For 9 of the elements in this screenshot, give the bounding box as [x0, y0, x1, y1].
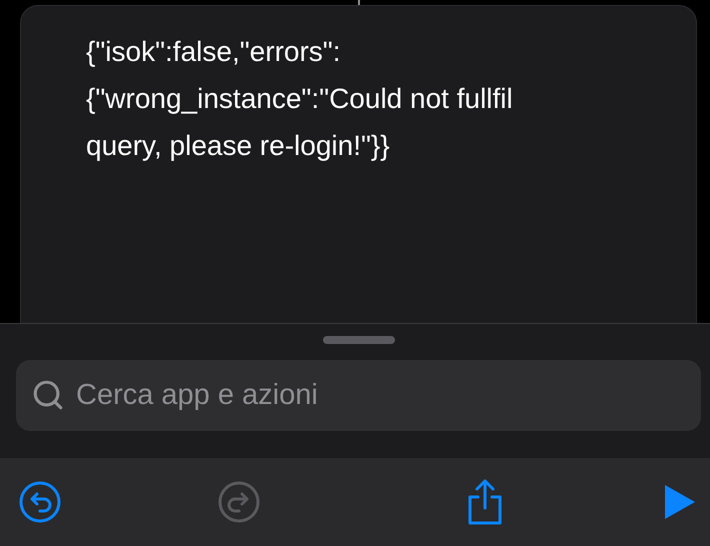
response-text-line: {"isok":false,"errors":: [86, 35, 342, 69]
sheet-grabber[interactable]: [322, 336, 394, 344]
redo-icon: [217, 480, 262, 524]
undo-icon: [18, 480, 62, 524]
search-field[interactable]: Cerca app e azioni: [16, 360, 701, 431]
play-icon: [662, 483, 697, 521]
response-text-line: {"wrong_instance":"Could not fullfil: [86, 82, 514, 116]
response-text-line: query, please re-login!"}}: [86, 129, 391, 163]
search-icon: [31, 378, 65, 412]
